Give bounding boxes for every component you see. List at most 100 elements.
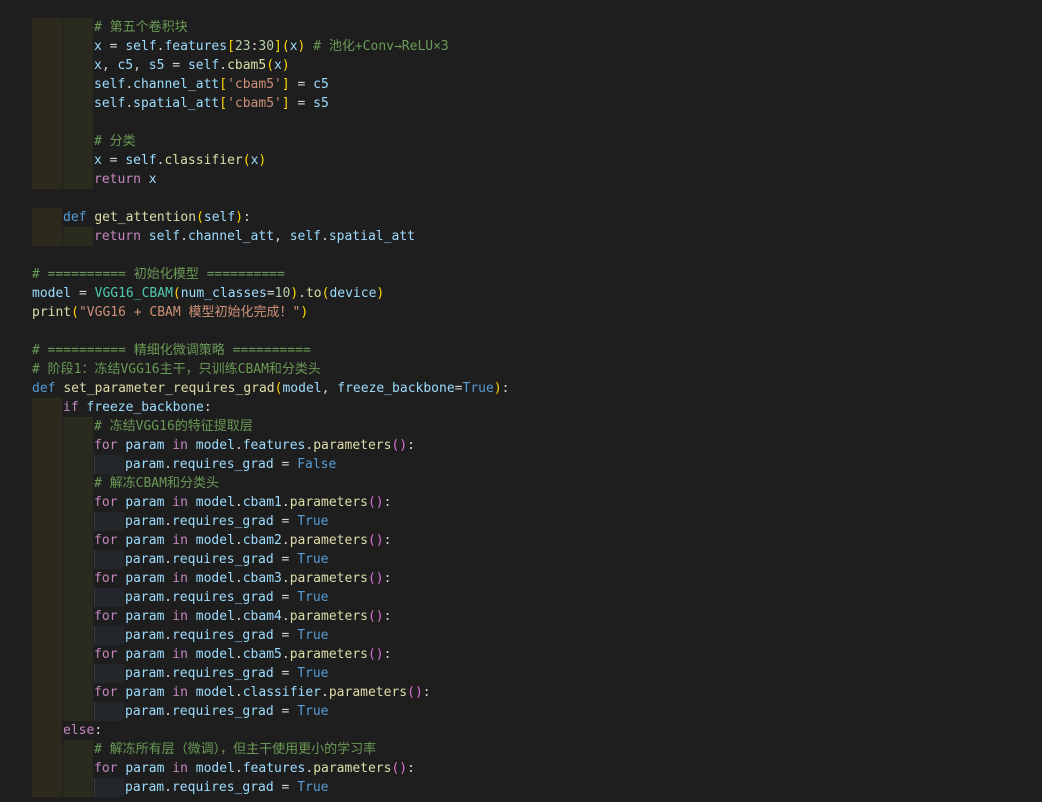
code-token: [ (219, 96, 228, 111)
code-line[interactable]: param.requires_grad = True (0, 512, 1042, 531)
code-token: = (273, 780, 298, 795)
code-token: . (281, 495, 290, 510)
indent-guide (32, 37, 62, 56)
code-token: = (289, 77, 314, 92)
code-token: in (172, 533, 188, 548)
code-token: . (305, 438, 314, 453)
code-token: s5 (313, 96, 329, 111)
code-line[interactable]: param.requires_grad = True (0, 664, 1042, 683)
code-line[interactable]: param.requires_grad = True (0, 626, 1042, 645)
code-line[interactable]: x, c5, s5 = self.cbam5(x) (0, 56, 1042, 75)
code-line[interactable]: def set_parameter_requires_grad(model, f… (0, 379, 1042, 398)
code-line[interactable]: for param in model.cbam5.parameters(): (0, 645, 1042, 664)
code-line[interactable]: def get_attention(self): (0, 208, 1042, 227)
code-line[interactable]: param.requires_grad = True (0, 702, 1042, 721)
code-token: . (219, 58, 228, 73)
code-token: ) (300, 305, 309, 320)
code-line[interactable]: # 冻结VGG16的特征提取层 (0, 417, 1042, 436)
code-line[interactable]: # 第五个卷积块 (0, 18, 1042, 37)
code-token: () (367, 609, 384, 624)
code-text: for param in model.cbam1.parameters(): (94, 493, 391, 512)
code-token: if (63, 400, 79, 415)
code-token: True (297, 590, 329, 605)
code-line[interactable]: # 解冻所有层（微调），但主干使用更小的学习率 (0, 740, 1042, 759)
code-line[interactable]: # 阶段1：冻结VGG16主干，只训练CBAM和分类头 (0, 360, 1042, 379)
code-token: # 冻结VGG16的特征提取层 (94, 419, 253, 434)
indent-guide (63, 474, 93, 493)
code-token: . (164, 457, 172, 472)
code-line[interactable]: return x (0, 170, 1042, 189)
code-token: = (273, 514, 298, 529)
code-line[interactable]: model = VGG16_CBAM(num_classes=10).to(de… (0, 284, 1042, 303)
code-line[interactable]: for param in model.features.parameters()… (0, 759, 1042, 778)
code-line[interactable]: print("VGG16 + CBAM 模型初始化完成！") (0, 303, 1042, 322)
code-line[interactable]: for param in model.classifier.parameters… (0, 683, 1042, 702)
code-text: # 冻结VGG16的特征提取层 (94, 417, 253, 436)
code-line[interactable] (0, 246, 1042, 265)
code-token: requires_grad (171, 704, 274, 719)
code-token: model (195, 571, 235, 586)
indent-guide (32, 227, 62, 246)
code-line[interactable]: for param in model.cbam4.parameters(): (0, 607, 1042, 626)
code-line[interactable]: else: (0, 721, 1042, 740)
code-line[interactable] (0, 189, 1042, 208)
code-line[interactable]: for param in model.features.parameters()… (0, 436, 1042, 455)
code-line[interactable]: param.requires_grad = True (0, 778, 1042, 797)
code-line[interactable]: for param in model.cbam2.parameters(): (0, 531, 1042, 550)
indent-guide (63, 94, 93, 113)
code-token: , (133, 58, 149, 73)
code-token: VGG16_CBAM (94, 286, 173, 301)
code-token: for (94, 685, 118, 700)
code-token: self (289, 229, 321, 244)
code-text: def set_parameter_requires_grad(model, f… (32, 379, 509, 398)
code-line[interactable] (0, 322, 1042, 341)
indent-guide (63, 56, 93, 75)
code-line[interactable]: # ========== 精细化微调策略 ========== (0, 341, 1042, 360)
code-line[interactable]: x = self.classifier(x) (0, 151, 1042, 170)
code-token: . (234, 609, 243, 624)
code-token: = (273, 552, 298, 567)
code-token: parameters (289, 609, 368, 624)
code-token: for (94, 609, 118, 624)
code-token: 23 (234, 39, 251, 54)
code-token: : (243, 210, 251, 225)
code-text: self.spatial_att['cbam5'] = s5 (94, 94, 329, 113)
code-text: return self.channel_att, self.spatial_at… (94, 227, 415, 246)
code-token: () (391, 438, 408, 453)
code-token: # 解冻CBAM和分类头 (94, 476, 219, 491)
code-line[interactable]: self.channel_att['cbam5'] = c5 (0, 75, 1042, 94)
code-line[interactable]: for param in model.cbam3.parameters(): (0, 569, 1042, 588)
code-line[interactable]: param.requires_grad = True (0, 588, 1042, 607)
code-line[interactable]: for param in model.cbam1.parameters(): (0, 493, 1042, 512)
code-token: requires_grad (171, 628, 274, 643)
indent-guide (63, 740, 93, 759)
code-token: = (164, 58, 188, 73)
code-line[interactable]: if freeze_backbone: (0, 398, 1042, 417)
code-token: channel_att (187, 229, 275, 244)
code-line[interactable]: param.requires_grad = True (0, 550, 1042, 569)
code-token: () (391, 761, 408, 776)
code-token: parameters (328, 685, 408, 700)
code-line[interactable]: # 解冻CBAM和分类头 (0, 474, 1042, 493)
code-line[interactable]: self.spatial_att['cbam5'] = s5 (0, 94, 1042, 113)
code-line[interactable]: # ========== 初始化模型 ========== (0, 265, 1042, 284)
code-token: x (94, 58, 102, 73)
indent-guide (32, 626, 62, 645)
code-token: : (383, 609, 392, 624)
code-line[interactable] (0, 113, 1042, 132)
indent-guide (63, 759, 93, 778)
code-token: () (367, 647, 384, 662)
code-line[interactable]: x = self.features[23:30](x) # 池化+Conv→Re… (0, 37, 1042, 56)
indent-guide (32, 170, 62, 189)
code-token: in (172, 571, 188, 586)
code-token: requires_grad (171, 457, 274, 472)
indent-guide (32, 417, 62, 436)
code-editor[interactable]: # 第五个卷积块 x = self.features[23:30](x) # 池化… (0, 0, 1042, 802)
code-line[interactable]: param.requires_grad = False (0, 455, 1042, 474)
indent-guide (63, 531, 93, 550)
code-token: param (125, 438, 165, 453)
code-line[interactable]: return self.channel_att, self.spatial_at… (0, 227, 1042, 246)
code-token: c5 (313, 77, 329, 92)
code-line[interactable]: # 分类 (0, 132, 1042, 151)
indent-guide (94, 550, 124, 569)
